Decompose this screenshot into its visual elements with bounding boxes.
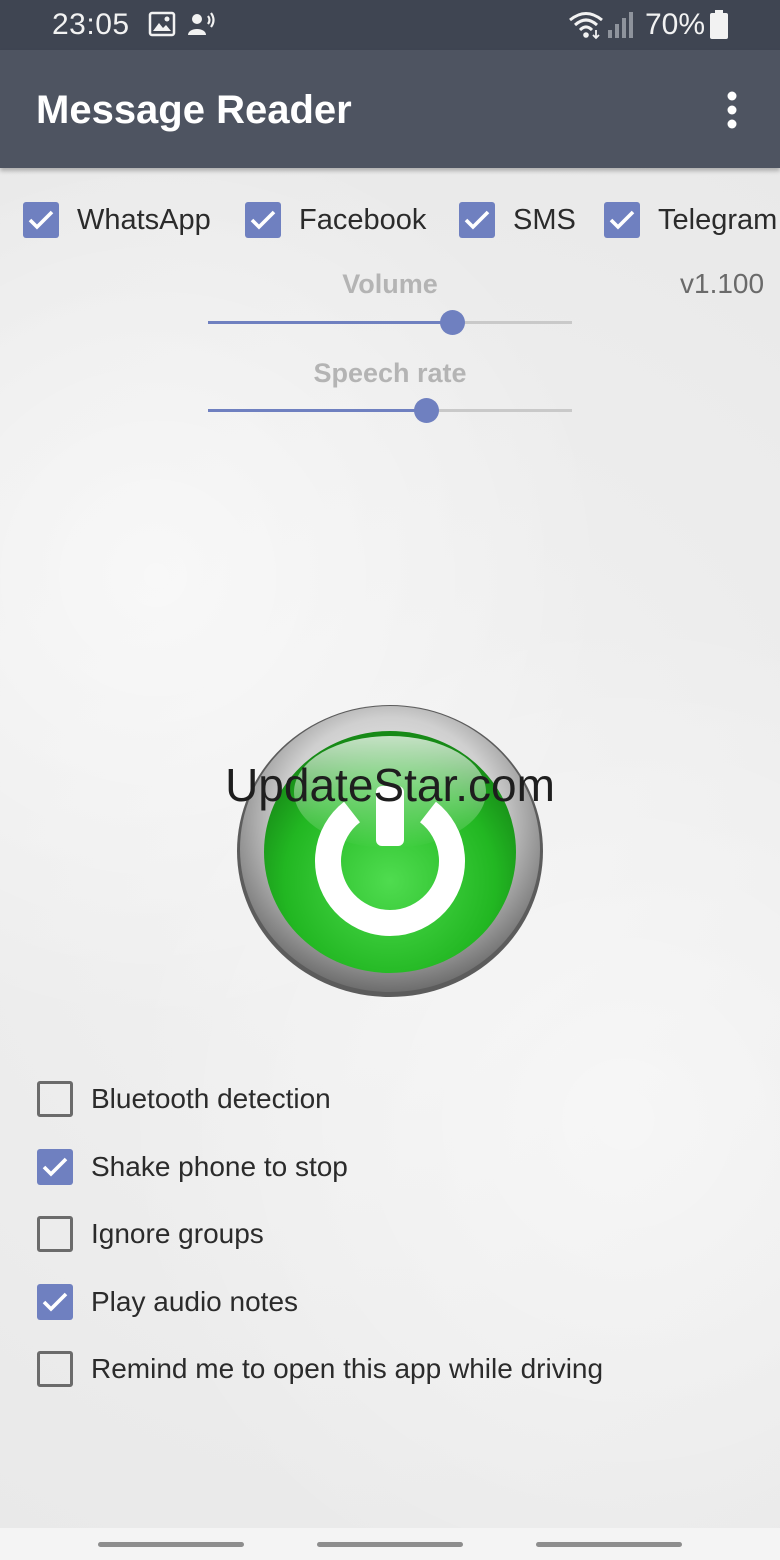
source-label: SMS xyxy=(513,203,576,236)
option-shake-phone-to-stop[interactable]: Shake phone to stop xyxy=(37,1147,348,1187)
overflow-menu-button[interactable] xyxy=(712,88,752,132)
checkbox-checked xyxy=(37,1149,73,1185)
source-checkbox-facebook[interactable]: Facebook xyxy=(245,200,426,240)
image-icon xyxy=(148,10,176,43)
checkbox-unchecked xyxy=(37,1081,73,1117)
checkbox-checked xyxy=(245,202,281,238)
option-bluetooth-detection[interactable]: Bluetooth detection xyxy=(37,1079,331,1119)
option-remind-while-driving[interactable]: Remind me to open this app while driving xyxy=(37,1349,603,1389)
power-icon xyxy=(237,705,543,997)
checkbox-checked xyxy=(604,202,640,238)
checkbox-checked xyxy=(23,202,59,238)
wifi-icon xyxy=(568,10,604,45)
status-time: 23:05 xyxy=(52,8,130,41)
app-title: Message Reader xyxy=(36,88,352,132)
slider-thumb[interactable] xyxy=(440,310,465,335)
checkbox-unchecked xyxy=(37,1351,73,1387)
volume-label: Volume xyxy=(342,269,438,299)
app-bar: Message Reader xyxy=(0,50,780,168)
source-label: WhatsApp xyxy=(77,203,211,236)
checkbox-checked xyxy=(459,202,495,238)
source-checkbox-sms[interactable]: SMS xyxy=(459,200,576,240)
signal-icon xyxy=(606,10,636,45)
checkbox-unchecked xyxy=(37,1216,73,1252)
source-checkbox-telegram[interactable]: Telegram xyxy=(604,200,780,240)
speech-rate-slider[interactable] xyxy=(208,395,572,425)
option-label: Shake phone to stop xyxy=(91,1151,348,1182)
nav-home-button[interactable] xyxy=(317,1542,463,1547)
volume-slider[interactable] xyxy=(208,307,572,337)
status-bar: 23:05 70% xyxy=(0,0,780,50)
battery-icon xyxy=(708,10,730,45)
source-label: Telegram xyxy=(658,203,778,236)
power-button[interactable] xyxy=(236,700,544,998)
more-vert-icon xyxy=(727,91,737,129)
source-checkbox-whatsapp[interactable]: WhatsApp xyxy=(23,200,211,240)
option-label: Bluetooth detection xyxy=(91,1083,331,1114)
option-ignore-groups[interactable]: Ignore groups xyxy=(37,1214,264,1254)
option-label: Remind me to open this app while driving xyxy=(91,1353,604,1384)
slider-fill xyxy=(208,321,452,324)
nav-recents-button[interactable] xyxy=(98,1542,244,1547)
checkbox-checked xyxy=(37,1284,73,1320)
version-label: v1.100 xyxy=(680,268,765,299)
option-label: Play audio notes xyxy=(91,1286,299,1317)
source-label: Facebook xyxy=(299,203,427,236)
navigation-bar xyxy=(0,1528,780,1560)
speech-rate-label: Speech rate xyxy=(313,358,467,388)
voice-assistant-icon xyxy=(186,10,218,43)
slider-fill xyxy=(208,409,426,412)
battery-percent: 70% xyxy=(645,8,706,41)
slider-thumb[interactable] xyxy=(414,398,439,423)
nav-back-button[interactable] xyxy=(536,1542,682,1547)
option-play-audio-notes[interactable]: Play audio notes xyxy=(37,1282,298,1322)
option-label: Ignore groups xyxy=(91,1218,264,1249)
main-content: WhatsApp Facebook SMS Telegram v1.100 Vo… xyxy=(0,168,780,1528)
